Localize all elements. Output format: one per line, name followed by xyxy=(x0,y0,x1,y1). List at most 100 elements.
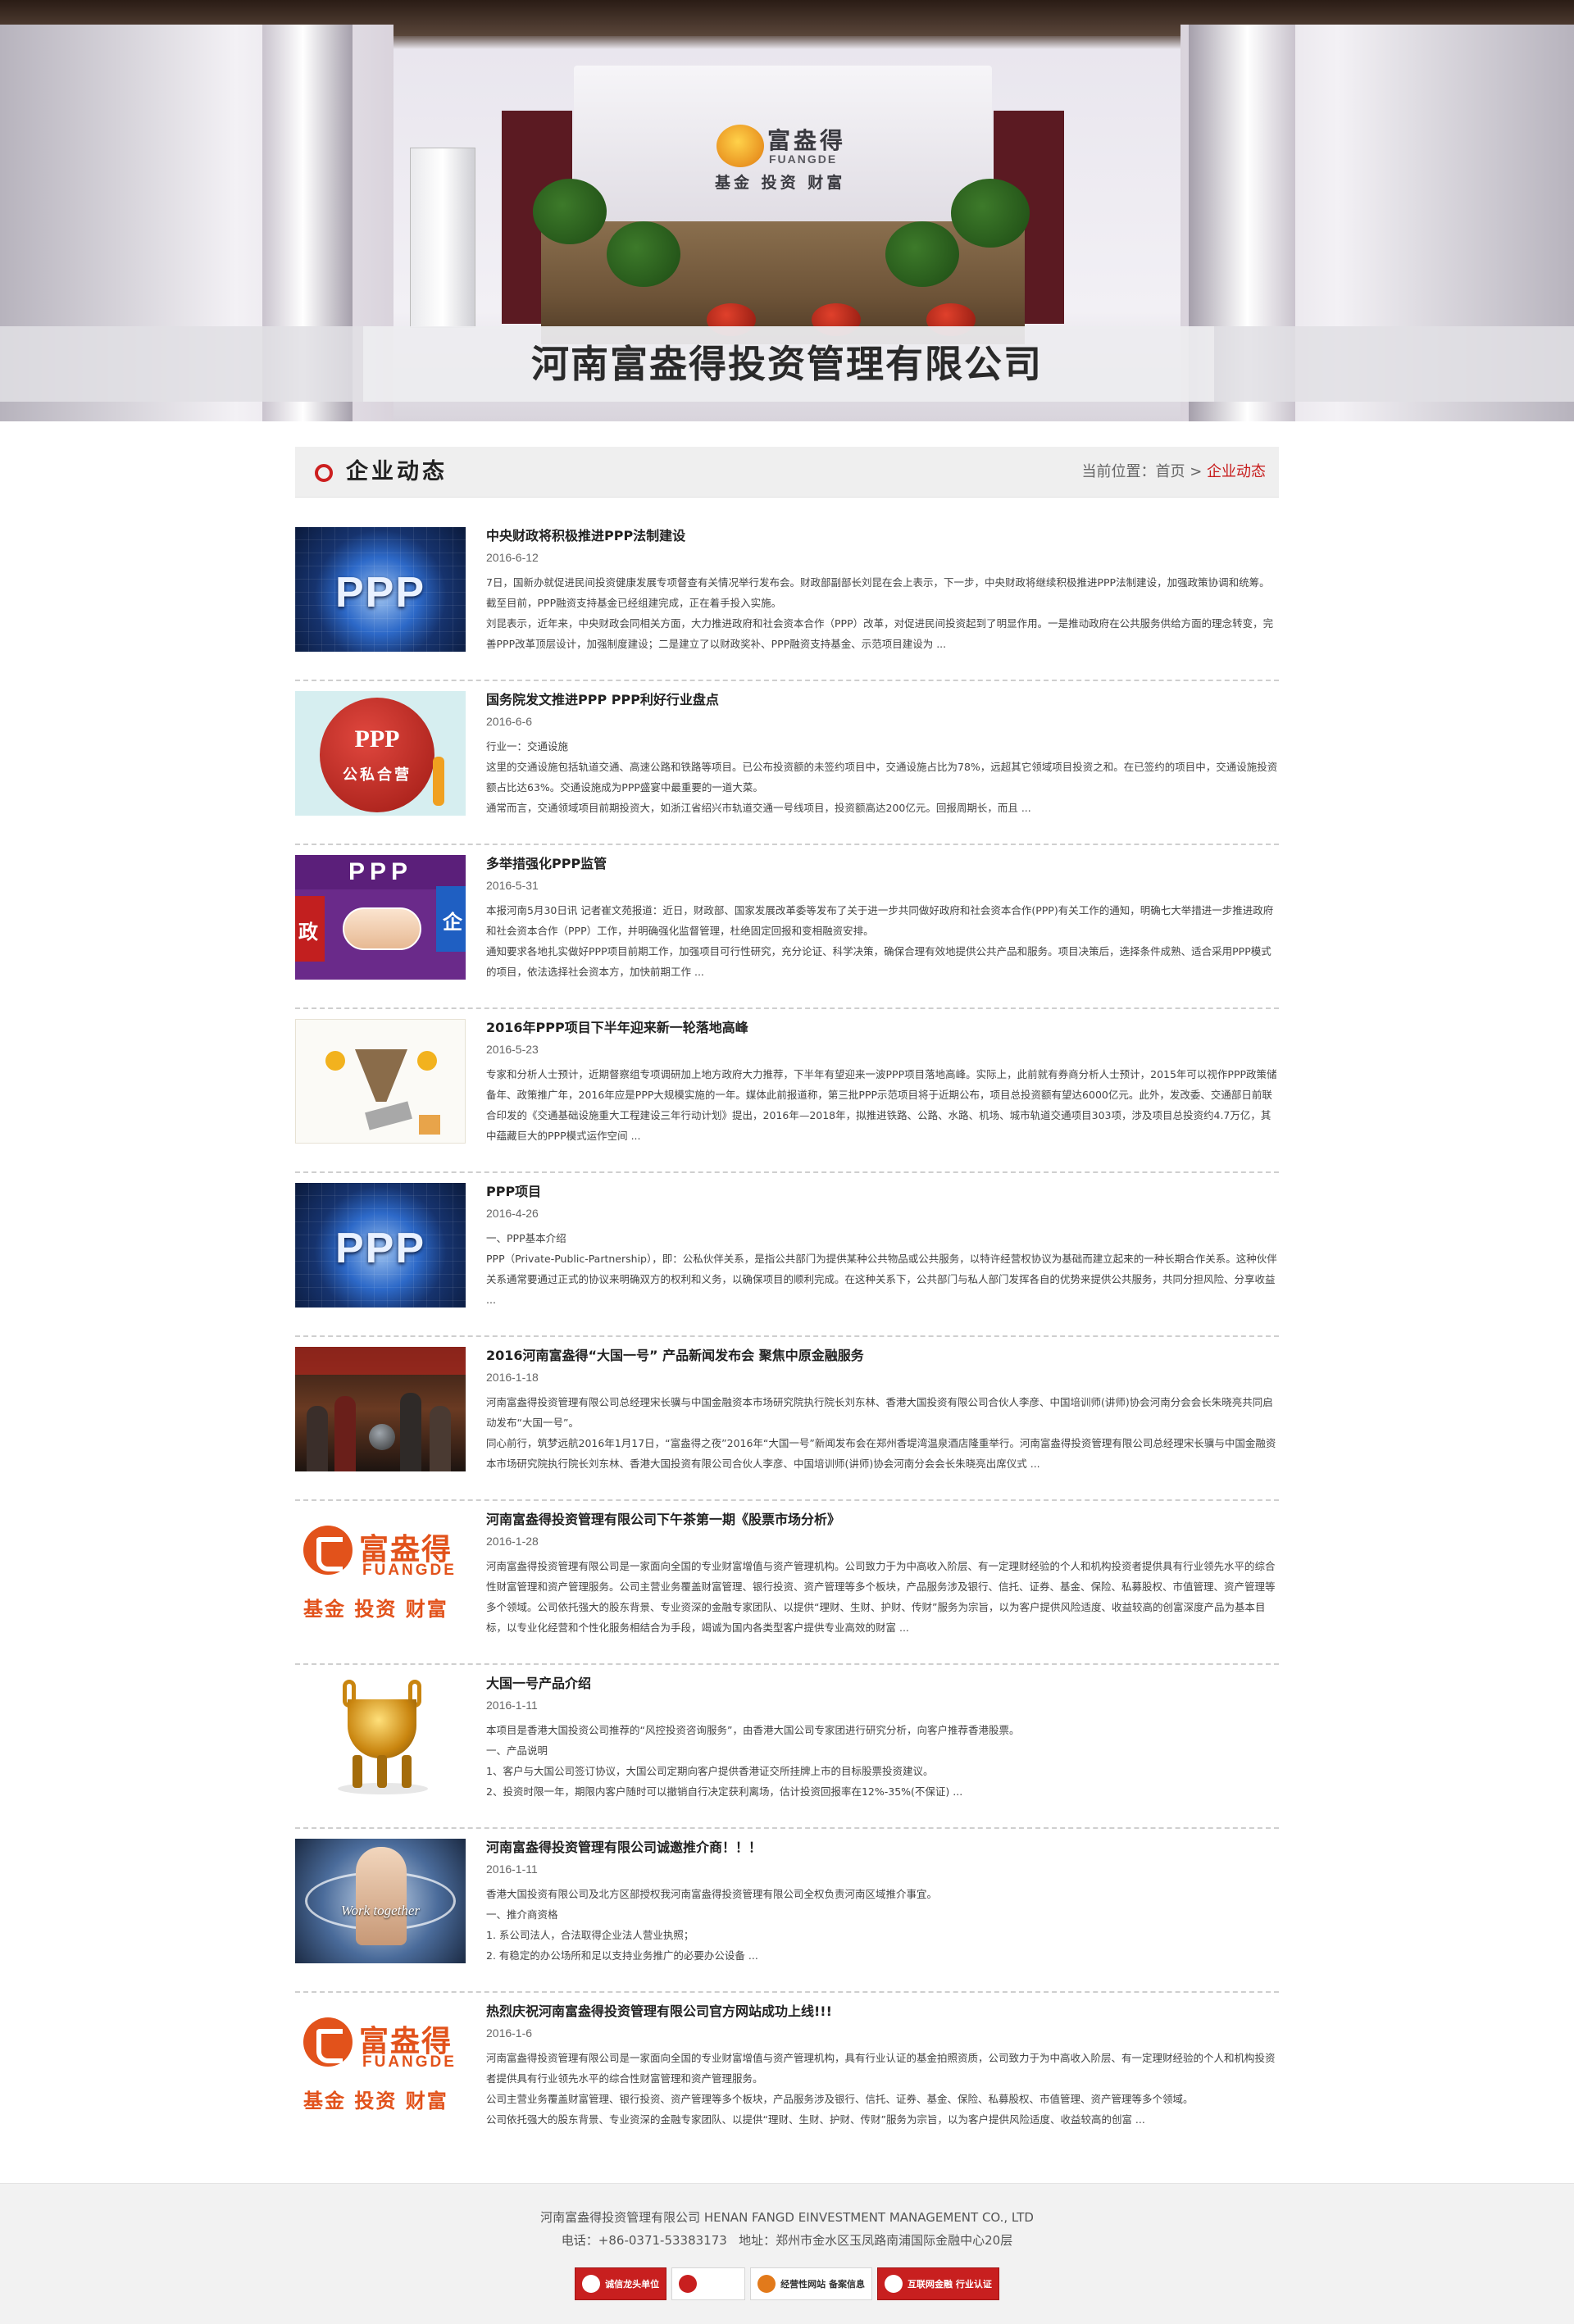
fuangde-logo-icon xyxy=(303,1526,353,1575)
credit-icon xyxy=(582,2275,601,2293)
launch-event-image[interactable] xyxy=(295,1347,466,1471)
thumb-text: PPP xyxy=(348,858,413,885)
news-title-link[interactable]: 河南富盎得投资管理有限公司下午茶第一期《股票市场分析》 xyxy=(486,1511,1279,1529)
news-title-link[interactable]: 大国一号产品介绍 xyxy=(486,1675,1279,1693)
together-fist-image[interactable]: Work together xyxy=(295,1839,466,1963)
news-date: 2016-1-6 xyxy=(486,2026,533,2040)
news-title-link[interactable]: 热烈庆祝河南富盎得投资管理有限公司官方网站成功上线!!! xyxy=(486,2003,1279,2021)
thumb-text: 政 xyxy=(298,921,318,944)
fuangde-logo-icon xyxy=(303,2017,353,2067)
badge-label: 诚信龙头单位 xyxy=(605,2279,660,2290)
verified-badge[interactable] xyxy=(671,2267,746,2300)
ppp-seal-image[interactable]: PPP 公私合营 xyxy=(295,691,466,816)
footer-badges: 诚信龙头单位 经营性网站 备案信息 互联网金融 行业认证 xyxy=(0,2267,1574,2300)
ppp-handshake-image[interactable]: PPP 政 企 xyxy=(295,855,466,980)
certification-icon xyxy=(885,2275,903,2293)
footer-company: 河南富盎得投资管理有限公司 HENAN FANGD EINVESTMENT MA… xyxy=(540,2210,1034,2225)
news-summary: 一、PPP基本介绍 PPP（Private-Public-Partnership… xyxy=(486,1232,1277,1306)
banner-air-conditioner xyxy=(410,148,475,328)
news-summary: 河南富盎得投资管理有限公司是一家面向全国的专业财富增值与资产管理机构，具有行业认… xyxy=(486,2052,1276,2126)
news-title-link[interactable]: 2016年PPP项目下半年迎来新一轮落地高峰 xyxy=(486,1019,1279,1037)
news-summary: 7日，国新办就促进民间投资健康发展专项督查有关情况举行发布会。财政部副部长刘昆在… xyxy=(486,576,1274,650)
news-date: 2016-4-26 xyxy=(486,1207,539,1220)
news-summary: 香港大国投资有限公司及北方区部授权我河南富盎得投资管理有限公司全权负责河南区域推… xyxy=(486,1888,938,1962)
ppp-diagram-image[interactable] xyxy=(295,1019,466,1144)
news-summary: 本报河南5月30日讯 记者崔文苑报道：近日，财政部、国家发展改革委等发布了关于进… xyxy=(486,904,1274,978)
news-date: 2016-1-18 xyxy=(486,1371,539,1384)
ring-icon xyxy=(315,464,333,482)
bronze-ding-image[interactable] xyxy=(295,1675,466,1799)
breadcrumb-prefix: 当前位置： xyxy=(1081,463,1156,480)
thumb-text: 基金 投资 财富 xyxy=(303,2090,448,2113)
news-item[interactable]: PPP 公私合营 国务院发文推进PPP PPP利好行业盘点 2016-6-6 行… xyxy=(295,681,1279,845)
news-item[interactable]: 大国一号产品介绍 2016-1-11 本项目是香港大国投资公司推荐的“风控投资咨… xyxy=(295,1665,1279,1829)
certification-badge[interactable]: 互联网金融 行业认证 xyxy=(877,2267,999,2300)
thumb-text: Work together xyxy=(340,1903,421,1918)
news-item[interactable]: 2016年PPP项目下半年迎来新一轮落地高峰 2016-5-23 专家和分析人士… xyxy=(295,1009,1279,1173)
filing-icon xyxy=(757,2275,776,2293)
news-summary: 河南富盎得投资管理有限公司是一家面向全国的专业财富增值与资产管理机构。公司致力于… xyxy=(486,1560,1276,1634)
news-date: 2016-6-6 xyxy=(486,715,533,728)
news-title-link[interactable]: 中央财政将积极推进PPP法制建设 xyxy=(486,527,1279,545)
banner-plant xyxy=(885,221,959,287)
news-item[interactable]: PPP 中央财政将积极推进PPP法制建设 2016-6-12 7日，国新办就促进… xyxy=(295,517,1279,681)
news-date: 2016-6-12 xyxy=(486,551,539,564)
thumb-text: 公私合营 xyxy=(343,766,412,784)
news-item[interactable]: 富盎得 FUANGDE 基金 投资 财富 热烈庆祝河南富盎得投资管理有限公司官方… xyxy=(295,1993,1279,2157)
section-header: 企业动态 当前位置：首页 > 企业动态 xyxy=(295,447,1279,498)
ppp-globe-image[interactable]: PPP xyxy=(295,527,466,652)
breadcrumb-home-link[interactable]: 首页 xyxy=(1155,447,1185,498)
breadcrumb: 当前位置：首页 > 企业动态 xyxy=(1081,447,1266,498)
news-list: PPP 中央财政将积极推进PPP法制建设 2016-6-12 7日，国新办就促进… xyxy=(295,517,1279,2157)
banner-logo-slogan: 基金 投资 财富 xyxy=(715,174,846,192)
news-item[interactable]: PPP PPP项目 2016-4-26 一、PPP基本介绍 PPP（Privat… xyxy=(295,1173,1279,1337)
news-summary: 河南富盎得投资管理有限公司总经理宋长骥与中国金融资本市场研究院执行院长刘东林、香… xyxy=(486,1396,1276,1470)
banner-logo-en: FUANGDE xyxy=(769,152,838,166)
ppp-globe-image[interactable]: PPP xyxy=(295,1183,466,1308)
badge-label: 经营性网站 备案信息 xyxy=(780,2279,865,2290)
thumb-text: PPP xyxy=(354,725,400,753)
news-summary: 专家和分析人士预计，近期督察组专项调研加上地方政府大力推荐，下半年有望迎来一波P… xyxy=(486,1068,1277,1142)
section-title: 企业动态 xyxy=(346,459,448,484)
breadcrumb-separator: > xyxy=(1185,463,1207,480)
news-date: 2016-1-11 xyxy=(486,1862,538,1876)
thumb-text: PPP xyxy=(334,1225,426,1272)
news-item[interactable]: 富盎得 FUANGDE 基金 投资 财富 河南富盎得投资管理有限公司下午茶第一期… xyxy=(295,1501,1279,1665)
fuangde-logo-image[interactable]: 富盎得 FUANGDE 基金 投资 财富 xyxy=(295,2003,466,2127)
news-title-link[interactable]: 多举措强化PPP监管 xyxy=(486,855,1279,873)
news-date: 2016-1-28 xyxy=(486,1535,539,1548)
news-summary: 行业一：交通设施 这里的交通设施包括轨道交通、高速公路和铁路等项目。已公布投资额… xyxy=(486,740,1278,814)
fuangde-logo-image[interactable]: 富盎得 FUANGDE 基金 投资 财富 xyxy=(295,1511,466,1635)
hero-banner: 富盎得 FUANGDE 基金 投资 财富 河南富盎得投资管理有限公司 xyxy=(0,0,1574,421)
banner-plant xyxy=(951,179,1030,248)
thumb-text: FUANGDE xyxy=(362,1562,457,1579)
news-title-link[interactable]: 2016河南富盎得“大国一号” 产品新闻发布会 聚焦中原金融服务 xyxy=(486,1347,1279,1365)
banner-plant xyxy=(607,221,680,287)
banner-plant xyxy=(533,179,607,244)
news-title-link[interactable]: 河南富盎得投资管理有限公司诚邀推介商！！！ xyxy=(486,1839,1279,1857)
news-summary: 本项目是香港大国投资公司推荐的“风控投资咨询服务”，由香港大国公司专家团进行研究… xyxy=(486,1724,1020,1798)
thumb-text: 企 xyxy=(443,911,462,934)
main-content: 企业动态 当前位置：首页 > 企业动态 PPP 中央财政将积极推进PPP法制建设… xyxy=(295,447,1279,2157)
thumb-text: PPP xyxy=(334,569,426,616)
news-date: 2016-5-23 xyxy=(486,1043,539,1056)
badge-label: 互联网金融 行业认证 xyxy=(908,2279,992,2290)
news-date: 2016-5-31 xyxy=(486,879,539,892)
news-title-link[interactable]: 国务院发文推进PPP PPP利好行业盘点 xyxy=(486,691,1279,709)
filing-badge[interactable]: 经营性网站 备案信息 xyxy=(750,2267,872,2300)
news-date: 2016-1-11 xyxy=(486,1699,538,1712)
breadcrumb-current[interactable]: 企业动态 xyxy=(1207,447,1266,498)
footer-contact: 电话：+86-0371-53383173 地址：郑州市金水区玉凤路南浦国际金融中… xyxy=(561,2233,1013,2248)
banner-logo-icon xyxy=(716,125,764,167)
footer: 河南富盎得投资管理有限公司 HENAN FANGD EINVESTMENT MA… xyxy=(0,2183,1574,2324)
thumb-text: 基金 投资 财富 xyxy=(303,1598,448,1621)
company-title: 河南富盎得投资管理有限公司 xyxy=(531,342,1043,386)
news-item[interactable]: 2016河南富盎得“大国一号” 产品新闻发布会 聚焦中原金融服务 2016-1-… xyxy=(295,1337,1279,1501)
thumb-text: FUANGDE xyxy=(362,2053,457,2071)
verified-icon xyxy=(679,2275,698,2293)
news-title-link[interactable]: PPP项目 xyxy=(486,1183,1279,1201)
news-item[interactable]: PPP 政 企 多举措强化PPP监管 2016-5-31 本报河南5月30日讯 … xyxy=(295,845,1279,1009)
news-item[interactable]: Work together 河南富盎得投资管理有限公司诚邀推介商！！！ 2016… xyxy=(295,1829,1279,1993)
credit-badge[interactable]: 诚信龙头单位 xyxy=(575,2267,667,2300)
banner-logo-cn: 富盎得 xyxy=(767,127,847,154)
